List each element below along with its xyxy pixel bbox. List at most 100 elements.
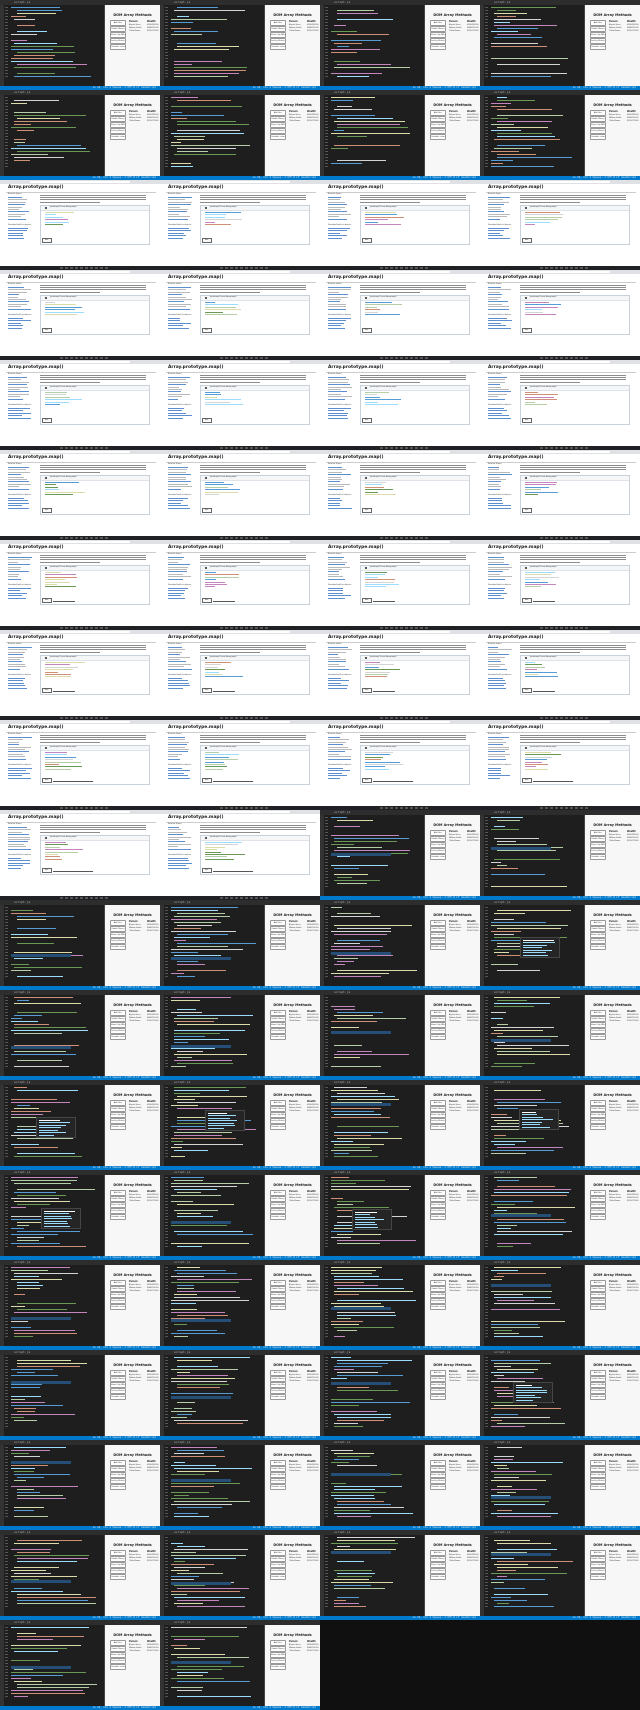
taskbar-app-icon[interactable] bbox=[550, 717, 553, 719]
sidebar-link[interactable] bbox=[328, 199, 340, 201]
taskbar-app-icon[interactable] bbox=[395, 357, 398, 359]
sidebar-link[interactable] bbox=[168, 469, 187, 471]
demo-code-line[interactable] bbox=[525, 664, 542, 666]
autocomplete-item[interactable] bbox=[355, 1226, 378, 1228]
address-bar[interactable] bbox=[190, 361, 290, 363]
autocomplete-item[interactable] bbox=[522, 1114, 537, 1115]
taskbar-app-icon[interactable] bbox=[420, 627, 423, 629]
preview-button-5[interactable]: Calculate entire Wealth bbox=[110, 134, 126, 140]
demo-code-line[interactable] bbox=[525, 674, 538, 675]
demo-code-line[interactable] bbox=[525, 396, 554, 398]
demo-code-line[interactable] bbox=[525, 401, 535, 403]
sidebar-link[interactable] bbox=[488, 751, 505, 753]
taskbar-app-icon[interactable] bbox=[90, 537, 93, 539]
demo-code-line[interactable] bbox=[365, 754, 390, 756]
sidebar-link[interactable] bbox=[328, 668, 349, 670]
run-button[interactable]: Run › bbox=[522, 507, 532, 513]
editor-tab-label[interactable]: script.js bbox=[14, 990, 30, 994]
code-area[interactable] bbox=[171, 997, 261, 1074]
demo-code-line[interactable] bbox=[525, 399, 557, 400]
taskbar-app-icon[interactable] bbox=[405, 807, 408, 809]
demo-code-line[interactable] bbox=[365, 662, 380, 663]
demo-code-line[interactable] bbox=[365, 399, 401, 400]
code-area[interactable] bbox=[11, 1357, 101, 1434]
sidebar-link[interactable] bbox=[168, 393, 190, 395]
editor-tab-label[interactable]: script.js bbox=[334, 1530, 350, 1534]
taskbar-app-icon[interactable] bbox=[240, 897, 243, 899]
editor-tab-label[interactable]: script.js bbox=[494, 1530, 510, 1534]
sidebar-link[interactable] bbox=[168, 737, 185, 738]
taskbar-app-icon[interactable] bbox=[260, 717, 263, 719]
sidebar-link[interactable] bbox=[328, 498, 340, 499]
demo-code-line[interactable] bbox=[45, 491, 85, 493]
code-area[interactable] bbox=[331, 907, 421, 984]
demo-code-line[interactable] bbox=[525, 489, 541, 490]
run-button[interactable]: Run › bbox=[202, 687, 212, 693]
sidebar-link[interactable] bbox=[8, 197, 22, 198]
preview-button-5[interactable]: Calculate entire Wealth bbox=[430, 854, 446, 860]
taskbar-app-icon[interactable] bbox=[100, 267, 103, 269]
taskbar-app-icon[interactable] bbox=[65, 447, 68, 449]
sidebar-link[interactable] bbox=[168, 595, 181, 596]
taskbar-app-icon[interactable] bbox=[255, 717, 258, 719]
taskbar-app-icon[interactable] bbox=[235, 357, 238, 359]
autocomplete-item[interactable] bbox=[39, 1127, 61, 1128]
sidebar-link[interactable] bbox=[8, 211, 29, 213]
editor-tab-label[interactable]: script.js bbox=[494, 1350, 510, 1354]
sidebar-link[interactable] bbox=[328, 573, 339, 575]
sidebar-link[interactable] bbox=[8, 867, 21, 869]
sidebar-link[interactable] bbox=[8, 561, 18, 563]
sidebar-link[interactable] bbox=[168, 320, 180, 322]
sidebar-link[interactable] bbox=[8, 199, 27, 201]
sidebar-link[interactable] bbox=[8, 483, 31, 485]
taskbar-app-icon[interactable] bbox=[415, 537, 418, 539]
demo-code-line[interactable] bbox=[525, 309, 542, 310]
sidebar-link[interactable] bbox=[168, 741, 189, 743]
sidebar-link[interactable] bbox=[168, 659, 180, 660]
sidebar-link[interactable] bbox=[328, 564, 345, 565]
sidebar-link[interactable] bbox=[328, 327, 345, 329]
taskbar-app-icon[interactable] bbox=[250, 357, 253, 359]
demo-code-line[interactable] bbox=[525, 306, 558, 308]
taskbar-app-icon[interactable] bbox=[255, 267, 258, 269]
sidebar-link[interactable] bbox=[8, 843, 24, 845]
sidebar-link[interactable] bbox=[168, 296, 186, 298]
editor-tab-label[interactable]: script.js bbox=[14, 1260, 30, 1264]
sidebar-link[interactable] bbox=[8, 287, 24, 288]
sidebar-link[interactable] bbox=[8, 841, 28, 843]
address-bar[interactable] bbox=[350, 271, 450, 273]
demo-code-line[interactable] bbox=[525, 572, 555, 573]
address-bar[interactable] bbox=[190, 271, 290, 273]
address-bar[interactable] bbox=[30, 721, 130, 723]
autocomplete-item[interactable] bbox=[39, 1122, 70, 1123]
taskbar-app-icon[interactable] bbox=[415, 447, 418, 449]
taskbar-app-icon[interactable] bbox=[395, 447, 398, 449]
taskbar-app-icon[interactable] bbox=[265, 537, 268, 539]
demo-code-line[interactable] bbox=[525, 586, 541, 588]
demo-code-line[interactable] bbox=[45, 586, 76, 588]
demo-code-line[interactable] bbox=[205, 486, 228, 488]
demo-code-line[interactable] bbox=[45, 858, 62, 860]
taskbar-app-icon[interactable] bbox=[60, 897, 63, 899]
taskbar-app-icon[interactable] bbox=[240, 627, 243, 629]
demo-code-line[interactable] bbox=[205, 216, 225, 218]
editor-tab-label[interactable]: script.js bbox=[14, 1350, 30, 1354]
sidebar-link[interactable] bbox=[168, 561, 178, 563]
code-area[interactable] bbox=[171, 907, 261, 984]
sidebar-link[interactable] bbox=[8, 308, 31, 310]
demo-code-line[interactable] bbox=[205, 846, 225, 848]
sidebar-link[interactable] bbox=[168, 865, 186, 866]
sidebar-link[interactable] bbox=[168, 770, 190, 772]
sidebar-link[interactable] bbox=[168, 836, 191, 838]
demo-code-line[interactable] bbox=[365, 756, 383, 758]
sidebar-link[interactable] bbox=[328, 744, 343, 745]
sidebar-link[interactable] bbox=[168, 389, 182, 390]
taskbar-app-icon[interactable] bbox=[60, 627, 63, 629]
demo-code-line[interactable] bbox=[45, 224, 63, 225]
preview-button-5[interactable]: Calculate entire Wealth bbox=[590, 134, 606, 140]
taskbar-app-icon[interactable] bbox=[60, 267, 63, 269]
demo-code-line[interactable] bbox=[205, 842, 242, 843]
sidebar-link[interactable] bbox=[328, 294, 348, 295]
sidebar-link[interactable] bbox=[328, 325, 341, 326]
sidebar-link[interactable] bbox=[328, 471, 342, 473]
